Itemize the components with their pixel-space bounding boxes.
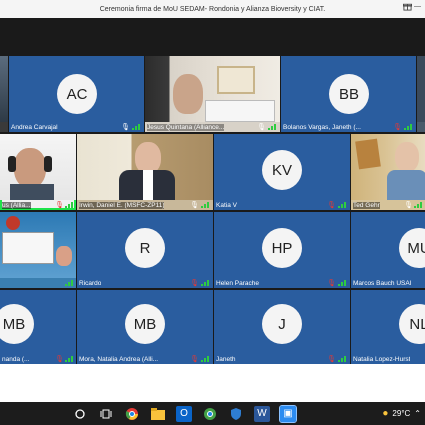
- audio-level-icon: [132, 124, 141, 130]
- mic-muted-icon: 🎙: [327, 356, 336, 363]
- mic-icon: 🎙: [404, 202, 413, 209]
- audio-level-icon: [268, 124, 277, 130]
- participant-name: Andrea Carvajal: [11, 124, 58, 131]
- participant-tile[interactable]: [417, 56, 425, 132]
- avatar: R: [125, 228, 165, 268]
- avatar: MB: [0, 304, 34, 344]
- participant-name: Ricardo: [79, 280, 102, 287]
- temperature: 29°C: [392, 409, 411, 418]
- participant-tile[interactable]: R Ricardo 🎙: [77, 212, 213, 288]
- participant-tile[interactable]: MB Mora, Natalia Andrea (Alli... 🎙: [77, 290, 213, 364]
- audio-level-icon: [65, 356, 74, 362]
- chrome-icon[interactable]: [124, 406, 140, 422]
- participant-video: [145, 56, 280, 122]
- participant-video: [77, 134, 213, 200]
- window-title: Ceremonia firma de MoU SEDAM- Rondonia y…: [99, 5, 326, 13]
- audio-level-icon: [65, 280, 74, 286]
- outlook-icon[interactable]: O: [176, 405, 192, 422]
- participant-tile[interactable]: us (Allia... 🎙: [0, 134, 76, 210]
- participant-tile[interactable]: BB Bolanos Vargas, Janeth (... 🎙: [281, 56, 416, 132]
- weather-icon[interactable]: ●: [382, 408, 388, 419]
- participant-tile[interactable]: Jesus Quintana (Alliance... 🎙: [145, 56, 280, 132]
- participant-name: Jesus Quintana (Alliance...: [147, 124, 225, 131]
- mic-icon: 🎙: [190, 202, 199, 209]
- participant-name: Natalia Lopez-Hurst: [353, 356, 411, 363]
- participant-tile[interactable]: Irwin, Daniel E. (MSFC-ZP11) 🎙: [77, 134, 213, 210]
- participant-tile[interactable]: J Janeth 🎙: [214, 290, 350, 364]
- participant-name: Janeth: [216, 356, 236, 363]
- avatar: MU: [399, 228, 425, 268]
- audio-level-icon: [414, 202, 423, 208]
- avatar: BB: [329, 74, 369, 114]
- mic-icon: 🎙: [257, 124, 266, 131]
- audio-level-icon: [201, 202, 210, 208]
- participant-tile[interactable]: AC Andrea Carvajal 🎙: [9, 56, 144, 132]
- window-titlebar: Ceremonia firma de MoU SEDAM- Rondonia y…: [0, 0, 425, 18]
- task-view-icon[interactable]: [98, 406, 114, 422]
- mic-muted-icon: 🎙: [327, 202, 336, 209]
- shield-icon[interactable]: [228, 406, 244, 422]
- file-explorer-icon[interactable]: [150, 406, 166, 422]
- participant-name: Bolanos Vargas, Janeth (...: [283, 124, 361, 131]
- participant-name: Irwin, Daniel E. (MSFC-ZP11): [79, 202, 165, 209]
- participant-video: [351, 134, 425, 200]
- participant-name: Mora, Natalia Andrea (Alli...: [79, 356, 159, 363]
- participant-name: Marcos Bauch USAID/B...: [353, 280, 412, 287]
- system-tray: ● 29°C ⌃: [382, 402, 421, 425]
- mic-muted-icon: 🎙: [393, 124, 402, 131]
- participant-tile[interactable]: NL Natalia Lopez-Hurst: [351, 290, 425, 364]
- search-icon[interactable]: [72, 406, 88, 422]
- mic-icon: 🎙: [121, 124, 130, 131]
- participant-tile[interactable]: [0, 212, 76, 288]
- participant-video: [0, 56, 8, 122]
- zoom-icon[interactable]: ▣: [279, 404, 297, 423]
- meeting-controls-area: [0, 364, 425, 402]
- participant-name: Ted Gehr: [353, 202, 380, 209]
- windows-taskbar: O W ▣ ● 29°C ⌃: [0, 402, 425, 425]
- avatar: NL: [399, 304, 425, 344]
- avatar: HP: [262, 228, 302, 268]
- audio-level-icon: [338, 202, 347, 208]
- participant-name: Katia V: [216, 202, 237, 209]
- show-hidden-icons[interactable]: ⌃: [414, 409, 421, 418]
- word-icon[interactable]: W: [254, 405, 270, 422]
- participant-tile[interactable]: MU Marcos Bauch USAID/B...: [351, 212, 425, 288]
- meeting-top-area: [0, 18, 425, 56]
- video-grid: AC Andrea Carvajal 🎙 Jesus Quintana (All…: [0, 56, 425, 364]
- chrome-icon[interactable]: [202, 406, 218, 422]
- participant-tile[interactable]: [0, 56, 8, 132]
- avatar: J: [262, 304, 302, 344]
- participant-video: [0, 212, 76, 278]
- avatar: KV: [262, 150, 302, 190]
- audio-level-icon: [65, 202, 74, 208]
- mic-muted-icon: 🎙: [55, 202, 64, 209]
- participant-name: nanda (...: [2, 356, 30, 363]
- mic-muted-icon: 🎙: [55, 356, 64, 363]
- participant-tile[interactable]: KV Katia V 🎙: [214, 134, 350, 210]
- audio-level-icon: [404, 124, 413, 130]
- participant-video: [0, 134, 76, 200]
- avatar: AC: [57, 74, 97, 114]
- audio-level-icon: [338, 356, 347, 362]
- participant-name: us (Allia...: [2, 202, 31, 209]
- participant-name: Helen Parache: [216, 280, 259, 287]
- audio-level-icon: [201, 356, 210, 362]
- gift-icon[interactable]: —: [403, 2, 421, 11]
- audio-level-icon: [338, 280, 347, 286]
- participant-video: [417, 56, 425, 122]
- audio-level-icon: [201, 280, 210, 286]
- mic-muted-icon: 🎙: [190, 280, 199, 287]
- mic-muted-icon: 🎙: [327, 280, 336, 287]
- participant-tile[interactable]: Ted Gehr 🎙: [351, 134, 425, 210]
- mic-muted-icon: 🎙: [190, 356, 199, 363]
- avatar: MB: [125, 304, 165, 344]
- participant-tile[interactable]: MB nanda (... 🎙: [0, 290, 76, 364]
- participant-tile[interactable]: HP Helen Parache 🎙: [214, 212, 350, 288]
